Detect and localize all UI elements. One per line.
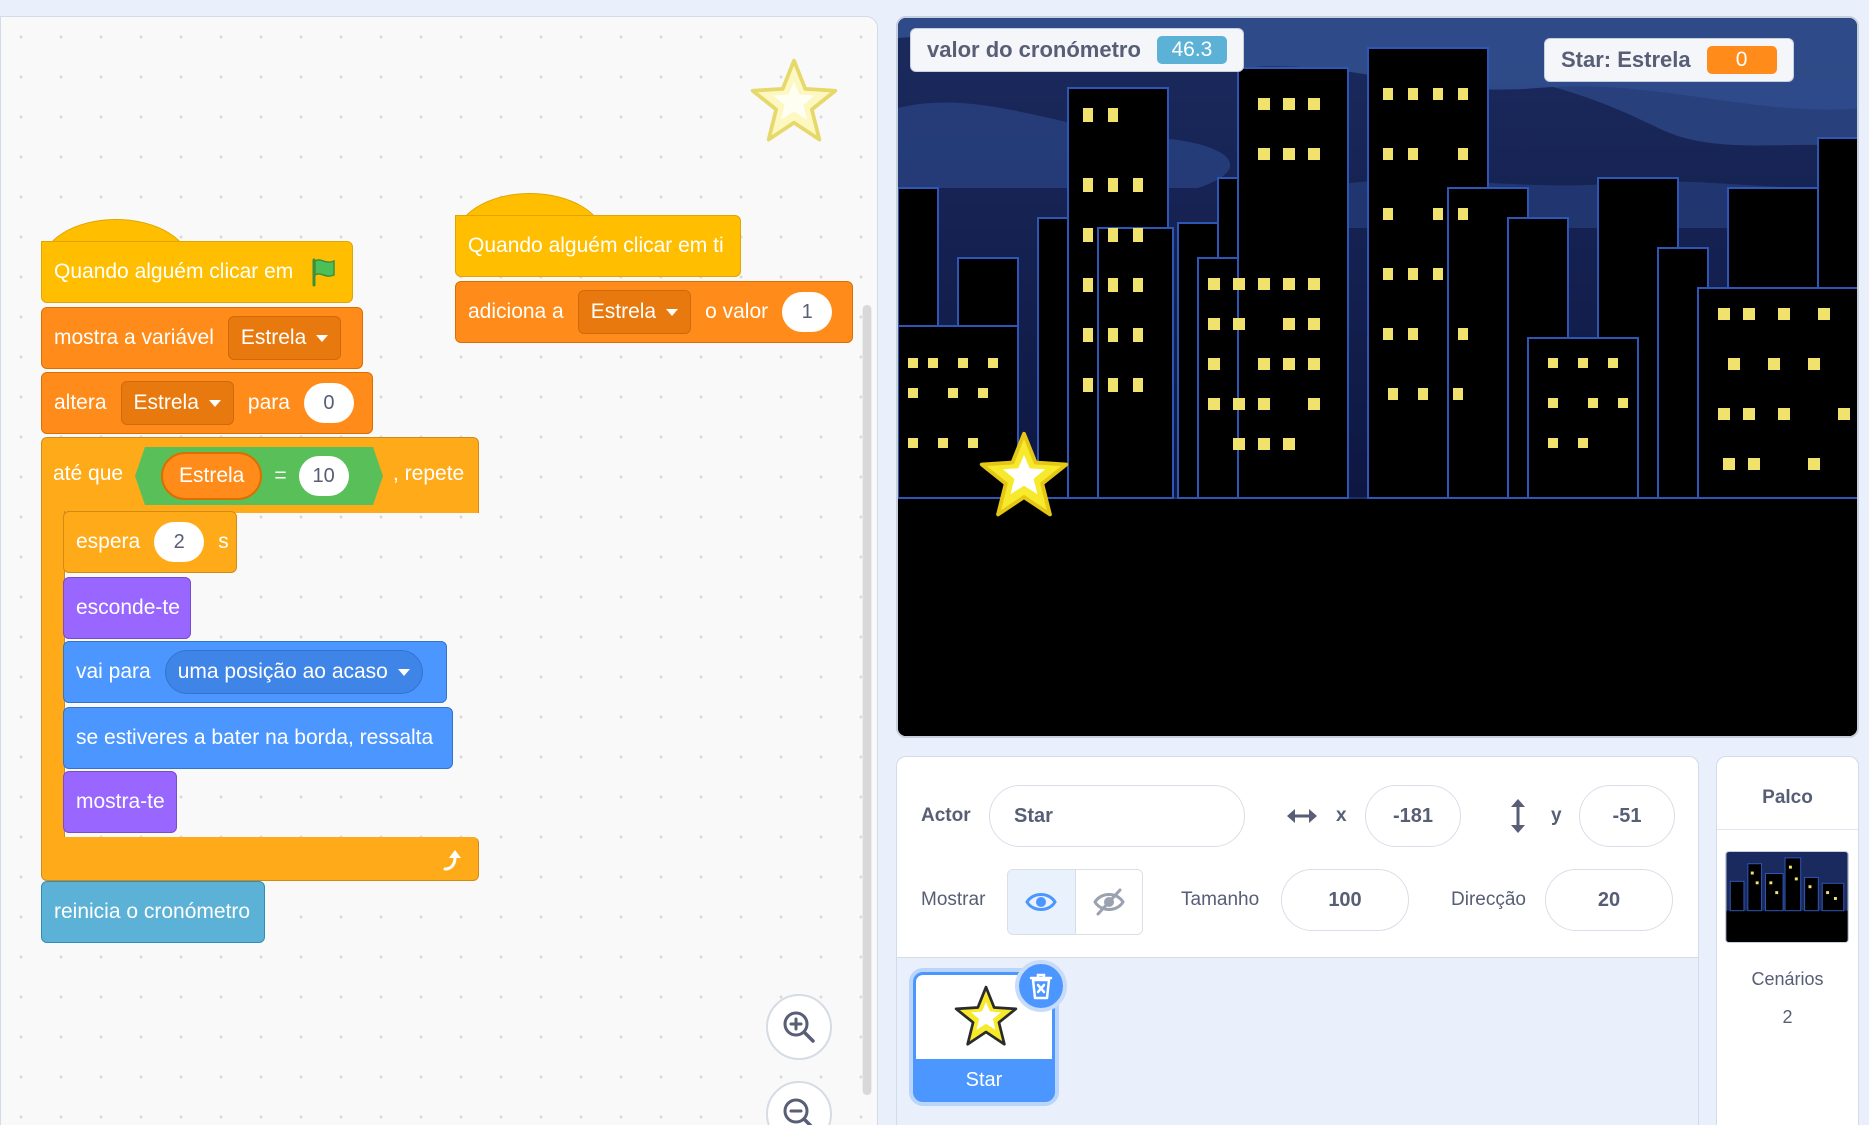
goto-label: vai para bbox=[76, 660, 151, 683]
set-variable-block[interactable]: altera Estrela para 0 bbox=[41, 372, 373, 434]
chevron-down-icon bbox=[208, 399, 221, 407]
actor-label: Actor bbox=[921, 805, 971, 826]
x-value: -181 bbox=[1392, 804, 1434, 827]
trash-icon bbox=[1029, 973, 1053, 1000]
timer-monitor-label: valor do cronómetro bbox=[927, 37, 1141, 62]
compare-value-input[interactable]: 10 bbox=[298, 456, 349, 496]
dropdown-value: Estrela bbox=[240, 326, 307, 349]
sprite-info-panel: Actor Star x -181 y -51 Mostrar Tamanho … bbox=[896, 756, 1699, 1125]
show-block[interactable]: mostra-te bbox=[63, 771, 177, 833]
direction-value: 20 bbox=[1597, 888, 1621, 911]
reset-timer-label: reinicia o cronómetro bbox=[54, 900, 251, 923]
set-label: altera bbox=[54, 391, 107, 414]
reset-timer-block[interactable]: reinicia o cronómetro bbox=[41, 881, 265, 943]
show-hidden-button[interactable] bbox=[1075, 870, 1142, 934]
hide-block[interactable]: esconde-te bbox=[63, 577, 191, 639]
show-visible-button[interactable] bbox=[1008, 870, 1076, 934]
repeat-until-label: até que bbox=[53, 462, 124, 485]
backdrops-label: Cenários bbox=[1751, 969, 1824, 989]
set-value-input[interactable]: 0 bbox=[303, 383, 354, 423]
show-variable-block[interactable]: mostra a variável Estrela bbox=[41, 307, 363, 369]
hat-label: Quando alguém clicar em ti bbox=[468, 234, 724, 257]
timer-monitor[interactable]: valor do cronómetro 46.3 bbox=[910, 28, 1244, 72]
dropdown-value: Estrela bbox=[133, 391, 199, 414]
when-sprite-clicked-block[interactable]: Quando alguém clicar em ti bbox=[455, 215, 741, 277]
backdrops-count: 2 bbox=[1782, 1007, 1793, 1027]
eye-off-icon bbox=[1092, 888, 1125, 916]
timer-monitor-value: 46.3 bbox=[1156, 36, 1227, 64]
stage[interactable]: valor do cronómetro 46.3 Star: Estrela 0 bbox=[896, 16, 1859, 738]
wait-block[interactable]: espera 2 s bbox=[63, 511, 237, 573]
vertical-arrows-icon bbox=[1511, 799, 1525, 833]
estrela-reporter[interactable]: Estrela bbox=[161, 452, 263, 500]
dropdown-value: uma posição ao acaso bbox=[177, 660, 388, 683]
stage-selector-panel[interactable]: Palco Cenários 2 bbox=[1716, 756, 1859, 1125]
size-input[interactable]: 100 bbox=[1281, 869, 1409, 931]
y-input[interactable]: -51 bbox=[1579, 785, 1675, 847]
x-label: x bbox=[1336, 805, 1347, 826]
variable-dropdown[interactable]: Estrela bbox=[227, 316, 342, 360]
goto-target-dropdown[interactable]: uma posição ao acaso bbox=[164, 650, 423, 694]
sprite-tile-label: Star bbox=[965, 1069, 1003, 1091]
y-value: -51 bbox=[1612, 804, 1642, 827]
variable-monitor-value: 0 bbox=[1706, 46, 1777, 74]
change-by-label: o valor bbox=[705, 300, 769, 323]
loop-arrow-icon bbox=[443, 850, 461, 871]
chevron-down-icon bbox=[316, 334, 329, 342]
actor-name-value: Star bbox=[1014, 804, 1053, 827]
visibility-toggle bbox=[1007, 869, 1143, 935]
variable-dropdown[interactable]: Estrela bbox=[577, 290, 692, 334]
actor-name-input[interactable]: Star bbox=[989, 785, 1245, 847]
go-to-block[interactable]: vai para uma posição ao acaso bbox=[63, 641, 447, 703]
variable-monitor-label: Star: Estrela bbox=[1561, 47, 1691, 72]
vertical-scrollbar[interactable] bbox=[862, 305, 872, 1095]
city-backdrop bbox=[898, 18, 1857, 736]
direction-label: Direcção bbox=[1451, 889, 1526, 910]
stage-panel-title: Palco bbox=[1762, 787, 1813, 808]
equals-operator[interactable]: Estrela = 10 bbox=[135, 447, 383, 505]
size-value: 100 bbox=[1328, 888, 1362, 911]
zoom-in-icon bbox=[783, 1011, 815, 1043]
hat-label: Quando alguém clicar em bbox=[54, 260, 294, 283]
change-label: adiciona a bbox=[468, 300, 564, 323]
set-to-label: para bbox=[247, 391, 290, 414]
hide-label: esconde-te bbox=[76, 596, 180, 619]
zoom-in-button[interactable] bbox=[766, 994, 832, 1060]
star-sprite[interactable] bbox=[976, 428, 1072, 524]
backdrop-thumbnail[interactable] bbox=[1725, 851, 1849, 943]
chevron-down-icon bbox=[397, 668, 410, 676]
change-value-input[interactable]: 1 bbox=[782, 292, 833, 332]
show-label: Mostrar bbox=[921, 889, 986, 910]
x-input[interactable]: -181 bbox=[1365, 785, 1461, 847]
show-label: mostra-te bbox=[76, 790, 165, 813]
delete-sprite-button[interactable] bbox=[1015, 960, 1067, 1012]
scroll-thumb[interactable] bbox=[863, 305, 871, 1095]
repeat-label: , repete bbox=[393, 462, 465, 485]
chevron-down-icon bbox=[666, 308, 679, 316]
eye-icon bbox=[1025, 893, 1058, 911]
wait-label: espera bbox=[76, 530, 141, 553]
variable-monitor[interactable]: Star: Estrela 0 bbox=[1544, 38, 1794, 82]
y-label: y bbox=[1551, 805, 1562, 826]
equals-sign: = bbox=[274, 464, 287, 487]
direction-input[interactable]: 20 bbox=[1545, 869, 1673, 931]
horizontal-arrows-icon bbox=[1287, 809, 1317, 823]
change-variable-block[interactable]: adiciona a Estrela o valor 1 bbox=[455, 281, 853, 343]
show-var-label: mostra a variável bbox=[54, 326, 214, 349]
when-flag-clicked-block[interactable]: Quando alguém clicar em bbox=[41, 241, 353, 303]
green-flag-icon bbox=[312, 258, 336, 287]
zoom-out-button[interactable] bbox=[766, 1081, 832, 1125]
bounce-block[interactable]: se estiveres a bater na borda, ressalta bbox=[63, 707, 453, 769]
zoom-out-icon bbox=[783, 1098, 813, 1125]
code-area[interactable]: Quando alguém clicar em mostra a variáve… bbox=[0, 16, 878, 1125]
wait-seconds-input[interactable]: 2 bbox=[154, 522, 205, 562]
variable-dropdown[interactable]: Estrela bbox=[120, 381, 234, 425]
wait-unit: s bbox=[218, 530, 229, 553]
sprite-list: Star bbox=[897, 957, 1698, 1125]
dropdown-value: Estrela bbox=[590, 300, 657, 323]
star-icon bbox=[954, 985, 1018, 1046]
star-icon bbox=[750, 58, 838, 142]
bounce-label: se estiveres a bater na borda, ressalta bbox=[76, 726, 434, 749]
size-label: Tamanho bbox=[1181, 889, 1260, 910]
